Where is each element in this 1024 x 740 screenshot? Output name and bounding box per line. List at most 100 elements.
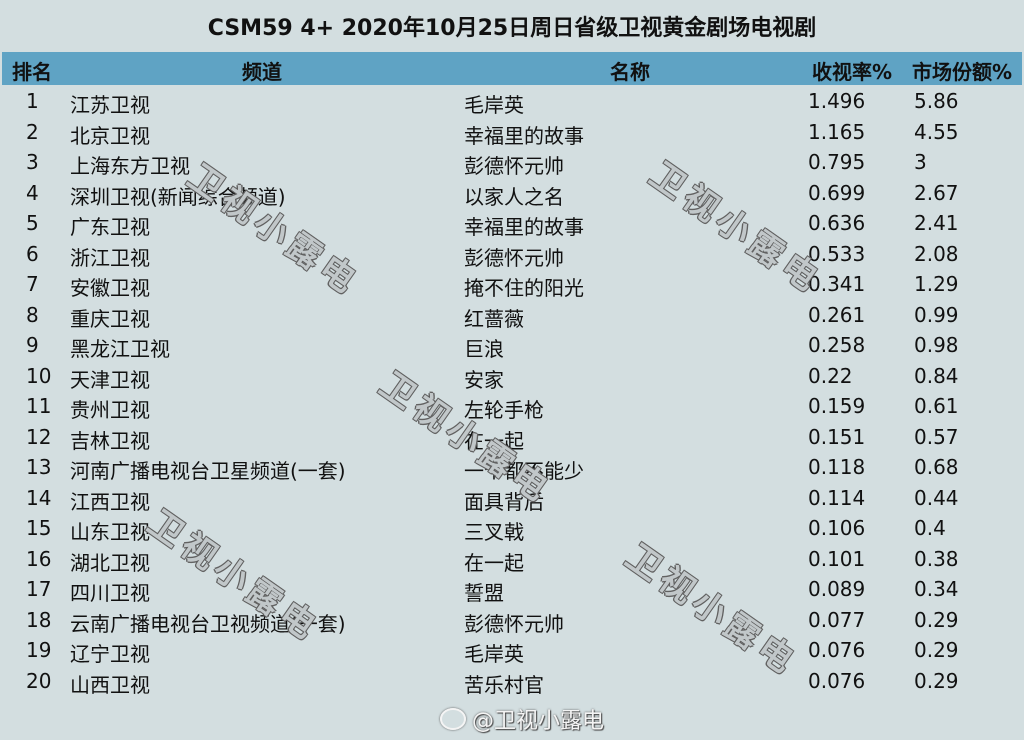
share-cell: 0.29: [914, 668, 959, 693]
share-cell: 0.29: [914, 607, 959, 632]
channel-cell: 辽宁卫视: [70, 642, 150, 666]
share-cell: 5.86: [914, 89, 959, 113]
rank-cell: 12: [26, 424, 52, 449]
name-cell: 幸福里的故事: [464, 215, 584, 239]
table-row: 10 天津卫视 安家 0.22 0.84: [2, 361, 1022, 392]
channel-cell: 上海东方卫视: [70, 154, 190, 178]
rating-cell: 0.076: [808, 638, 866, 662]
table-row: 3 上海东方卫视 彭德怀元帅 0.795 3: [2, 147, 1022, 178]
rating-cell: 0.636: [808, 211, 866, 235]
channel-cell: 广东卫视: [70, 215, 150, 239]
rating-cell: 0.341: [808, 272, 866, 296]
name-cell: 彭德怀元帅: [464, 245, 564, 270]
name-cell: 安家: [464, 367, 504, 392]
rank-cell: 7: [26, 272, 39, 296]
table-row: 19 辽宁卫视 毛岸英 0.076 0.29: [2, 635, 1022, 666]
table-row: 9 黑龙江卫视 巨浪 0.258 0.98: [2, 330, 1022, 361]
share-cell: 1.29: [914, 272, 959, 296]
share-cell: 0.4: [914, 516, 946, 540]
name-cell: 红蔷薇: [464, 306, 524, 331]
name-cell: 毛岸英: [464, 93, 524, 117]
channel-cell: 云南广播电视台卫视频道(一套): [70, 611, 346, 636]
rating-cell: 0.114: [808, 485, 866, 510]
share-cell: 0.34: [914, 577, 959, 601]
rank-cell: 19: [26, 638, 52, 662]
share-cell: 0.38: [914, 546, 959, 571]
rating-cell: 0.076: [808, 668, 866, 693]
name-cell: 巨浪: [464, 337, 504, 361]
rating-cell: 0.101: [808, 546, 866, 571]
rank-cell: 15: [26, 516, 52, 540]
share-cell: 0.44: [914, 485, 959, 510]
channel-cell: 河南广播电视台卫星频道(一套): [70, 459, 346, 483]
table-row: 17 四川卫视 誓盟 0.089 0.34: [2, 574, 1022, 605]
table-row: 14 江西卫视 面具背后 0.114 0.44: [2, 483, 1022, 514]
rating-cell: 0.258: [808, 333, 866, 357]
table-row: 12 吉林卫视 在一起 0.151 0.57: [2, 422, 1022, 453]
rank-cell: 1: [26, 89, 39, 113]
channel-cell: 湖北卫视: [70, 550, 150, 575]
header-channel: 频道: [242, 60, 282, 84]
rating-cell: 0.699: [808, 180, 866, 205]
rating-cell: 0.118: [808, 455, 866, 479]
share-cell: 0.98: [914, 333, 959, 357]
rating-cell: 0.261: [808, 302, 866, 327]
rank-cell: 18: [26, 607, 52, 632]
name-cell: 面具背后: [464, 489, 544, 514]
name-cell: 毛岸英: [464, 642, 524, 666]
share-cell: 0.61: [914, 394, 959, 418]
weibo-watermark: @卫视小露电: [440, 703, 604, 735]
channel-cell: 山东卫视: [70, 520, 150, 544]
rank-cell: 9: [26, 333, 39, 357]
channel-cell: 江西卫视: [70, 489, 150, 514]
table-row: 2 北京卫视 幸福里的故事 1.165 4.55: [2, 117, 1022, 148]
channel-cell: 吉林卫视: [70, 428, 150, 453]
table-row: 1 江苏卫视 毛岸英 1.496 5.86: [2, 86, 1022, 117]
table-row: 16 湖北卫视 在一起 0.101 0.38: [2, 544, 1022, 575]
rank-cell: 16: [26, 546, 52, 571]
rating-cell: 1.496: [808, 89, 866, 113]
header-rank: 排名: [12, 60, 52, 84]
share-cell: 0.57: [914, 424, 959, 449]
rating-cell: 0.22: [808, 363, 853, 388]
header-name: 名称: [610, 60, 650, 84]
table-row: 4 深圳卫视(新闻综合频道) 以家人之名 0.699 2.67: [2, 178, 1022, 209]
channel-cell: 天津卫视: [70, 367, 150, 392]
weibo-handle: @卫视小露电: [472, 709, 605, 734]
share-cell: 0.99: [914, 302, 959, 327]
rating-cell: 0.106: [808, 516, 866, 540]
share-cell: 2.08: [914, 241, 959, 266]
name-cell: 彭德怀元帅: [464, 154, 564, 178]
table-row: 5 广东卫视 幸福里的故事 0.636 2.41: [2, 208, 1022, 239]
rank-cell: 11: [26, 394, 52, 418]
share-cell: 2.41: [914, 211, 959, 235]
table-row: 7 安徽卫视 掩不住的阳光 0.341 1.29: [2, 269, 1022, 300]
rating-cell: 0.795: [808, 150, 866, 174]
share-cell: 3: [914, 150, 927, 174]
rank-cell: 20: [26, 668, 52, 693]
name-cell: 一个都不能少: [464, 459, 584, 483]
rating-cell: 0.089: [808, 577, 866, 601]
share-cell: 0.29: [914, 638, 959, 662]
rank-cell: 6: [26, 241, 39, 266]
name-cell: 三叉戟: [464, 520, 524, 544]
channel-cell: 山西卫视: [70, 672, 150, 697]
name-cell: 以家人之名: [464, 184, 564, 209]
rank-cell: 3: [26, 150, 39, 174]
header-share: 市场份额%: [912, 60, 1013, 84]
header-rating: 收视率%: [812, 60, 893, 84]
rank-cell: 2: [26, 119, 39, 144]
channel-cell: 北京卫视: [70, 123, 150, 148]
rank-cell: 17: [26, 577, 52, 601]
page-title: CSM59 4+ 2020年10月25日周日省级卫视黄金剧场电视剧: [207, 16, 817, 41]
table-row: 6 浙江卫视 彭德怀元帅 0.533 2.08: [2, 239, 1022, 270]
channel-cell: 四川卫视: [70, 581, 150, 605]
name-cell: 左轮手枪: [464, 398, 544, 422]
rating-cell: 0.159: [808, 394, 866, 418]
table-row: 18 云南广播电视台卫视频道(一套) 彭德怀元帅 0.077 0.29: [2, 605, 1022, 636]
table-header: 排名 频道 名称 收视率% 市场份额%: [2, 52, 1022, 85]
name-cell: 苦乐村官: [464, 672, 544, 697]
table-row: 20 山西卫视 苦乐村官 0.076 0.29: [2, 666, 1022, 697]
rating-cell: 0.077: [808, 607, 866, 632]
name-cell: 在一起: [464, 550, 524, 575]
